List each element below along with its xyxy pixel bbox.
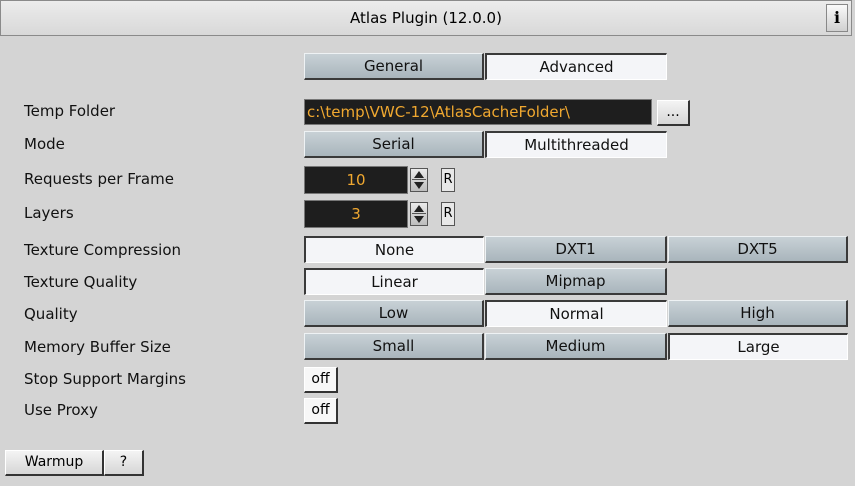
memory-buffer-size-label: Memory Buffer Size [24, 338, 171, 356]
memory-buffer-large-button[interactable]: Large [668, 333, 848, 360]
stepper-up-icon[interactable] [414, 171, 424, 178]
quality-label: Quality [24, 305, 78, 323]
quality-high-button[interactable]: High [668, 300, 848, 327]
texture-compression-dxt1-button[interactable]: DXT1 [485, 236, 667, 263]
requests-per-frame-reset-button[interactable]: R [441, 168, 455, 192]
layers-field[interactable]: 3 [304, 200, 408, 228]
atlas-plugin-panel: Atlas Plugin (12.0.0) i General Advanced… [0, 0, 855, 486]
layers-stepper[interactable] [410, 202, 428, 226]
texture-quality-mipmap-button[interactable]: Mipmap [485, 268, 667, 295]
texture-quality-label: Texture Quality [24, 273, 138, 291]
info-button[interactable]: i [826, 4, 848, 32]
window-titlebar: Atlas Plugin (12.0.0) i [0, 0, 852, 36]
temp-folder-label: Temp Folder [24, 102, 116, 120]
mode-label: Mode [24, 135, 65, 153]
layers-reset-button[interactable]: R [441, 202, 455, 226]
browse-folder-button[interactable]: ... [657, 100, 690, 126]
requests-per-frame-stepper[interactable] [410, 168, 428, 192]
stepper-down-icon[interactable] [414, 182, 424, 189]
stop-support-margins-label: Stop Support Margins [24, 370, 186, 388]
use-proxy-label: Use Proxy [24, 401, 98, 419]
memory-buffer-small-button[interactable]: Small [304, 333, 484, 360]
quality-low-button[interactable]: Low [304, 300, 484, 327]
stepper-down-icon[interactable] [414, 216, 424, 223]
window-title: Atlas Plugin (12.0.0) [350, 9, 502, 27]
stepper-up-icon[interactable] [414, 205, 424, 212]
warmup-button[interactable]: Warmup [5, 450, 104, 476]
mode-serial-button[interactable]: Serial [304, 131, 484, 158]
tab-general[interactable]: General [304, 53, 484, 80]
texture-compression-none-button[interactable]: None [304, 236, 484, 263]
memory-buffer-medium-button[interactable]: Medium [485, 333, 667, 360]
tab-advanced[interactable]: Advanced [485, 53, 667, 80]
texture-quality-linear-button[interactable]: Linear [304, 268, 484, 295]
mode-multithreaded-button[interactable]: Multithreaded [485, 131, 667, 158]
stepper-divider [412, 179, 426, 180]
requests-per-frame-label: Requests per Frame [24, 170, 174, 188]
temp-folder-field[interactable]: c:\temp\VWC-12\AtlasCacheFolder\ [304, 99, 652, 125]
texture-compression-label: Texture Compression [24, 241, 182, 259]
stop-support-margins-toggle[interactable]: off [304, 367, 338, 393]
texture-compression-dxt5-button[interactable]: DXT5 [668, 236, 848, 263]
stepper-divider [412, 213, 426, 214]
use-proxy-toggle[interactable]: off [304, 398, 338, 424]
layers-label: Layers [24, 204, 74, 222]
quality-normal-button[interactable]: Normal [485, 300, 667, 327]
help-button[interactable]: ? [104, 450, 144, 476]
requests-per-frame-field[interactable]: 10 [304, 166, 408, 194]
